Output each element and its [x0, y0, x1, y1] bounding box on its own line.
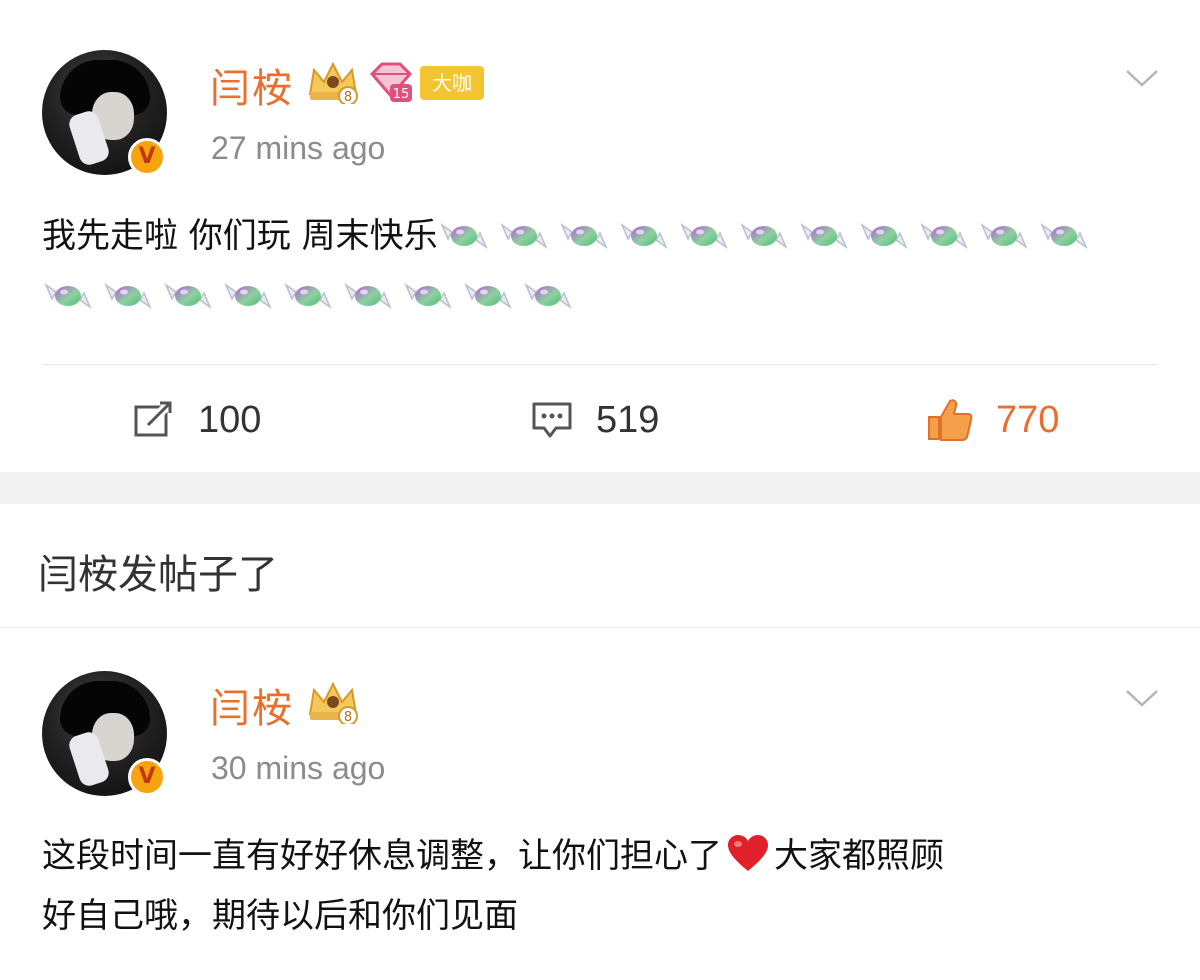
candy-emoji-icon [619, 222, 668, 250]
comment-icon [532, 402, 572, 438]
candy-emoji-icon [559, 222, 608, 250]
post-content: 这段时间一直有好好休息调整，让你们担心了 大家都照顾 好自己哦，期待以后和你们见面 [42, 826, 1152, 946]
repost-button[interactable]: 100 [132, 395, 261, 445]
svg-text:8: 8 [344, 710, 352, 724]
candy-emoji-icon [284, 282, 332, 310]
candy-emoji-icon [799, 222, 848, 250]
candy-emoji-icon [499, 222, 548, 250]
candy-emoji-icon [404, 282, 452, 310]
verified-badge-icon: V [128, 758, 166, 796]
chevron-down-icon[interactable] [1125, 68, 1159, 88]
like-button[interactable]: 770 [926, 395, 1059, 445]
thumbs-up-icon [928, 399, 973, 441]
post-time: 30 mins ago [211, 750, 386, 786]
candy-emoji-icon [44, 282, 92, 310]
svg-text:15: 15 [393, 87, 410, 102]
like-count: 770 [996, 398, 1060, 441]
candy-emoji-icon [439, 222, 488, 250]
candy-emoji-icon [524, 282, 572, 310]
crown-level-icon: 8 [308, 681, 358, 724]
crown-level-icon: 8 [308, 61, 358, 104]
diamond-level-icon: 15 [369, 62, 413, 102]
weibo-post[interactable]: V 闫桉 8 30 mins ago 这段时间一直有好好休息调整，让你们担心了 大… [0, 628, 1200, 980]
candy-emoji-icon [739, 222, 788, 250]
svg-text:8: 8 [344, 90, 352, 104]
comment-button[interactable]: 519 [530, 395, 659, 445]
post-time: 27 mins ago [211, 130, 386, 166]
post-text-line2: 好自己哦，期待以后和你们见面 [42, 896, 518, 936]
candy-emoji-icon [979, 222, 1028, 250]
candy-emoji-icon [164, 282, 212, 310]
candy-emoji-icon [464, 282, 512, 310]
candy-emoji-icon [224, 282, 272, 310]
candy-emoji-icon [1039, 222, 1088, 250]
post-content: 我先走啦 你们玩 周末快乐 [42, 206, 1152, 326]
verified-badge-icon: V [128, 138, 166, 176]
repost-icon [134, 401, 174, 437]
candy-emoji-icon [919, 222, 968, 250]
section-gap [0, 472, 1200, 504]
candy-emoji-icon [104, 282, 152, 310]
chevron-down-icon[interactable] [1125, 688, 1159, 708]
weibo-post[interactable]: V 闫桉 8 15 大咖 27 mins ago 我先走啦 你们玩 周末快乐 1… [0, 0, 1200, 472]
author-name[interactable]: 闫桉 [210, 56, 294, 114]
comment-count: 519 [596, 398, 660, 441]
repost-count: 100 [198, 398, 262, 441]
candy-emoji-icon [679, 222, 728, 250]
post-notice: 闫桉发帖子了 [0, 504, 1200, 628]
post-text: 我先走啦 你们玩 周末快乐 [42, 216, 438, 256]
divider [42, 364, 1158, 365]
notice-text: 闫桉发帖子了 [38, 552, 278, 598]
post-text-part1: 这段时间一直有好好休息调整，让你们担心了 [42, 836, 722, 876]
post-text-part2: 大家都照顾 [774, 836, 944, 876]
daka-badge: 大咖 [420, 66, 484, 100]
red-heart-emoji-icon [728, 835, 768, 871]
candy-emoji-icon [859, 222, 908, 250]
candy-emoji-icon [344, 282, 392, 310]
author-name[interactable]: 闫桉 [210, 676, 294, 734]
